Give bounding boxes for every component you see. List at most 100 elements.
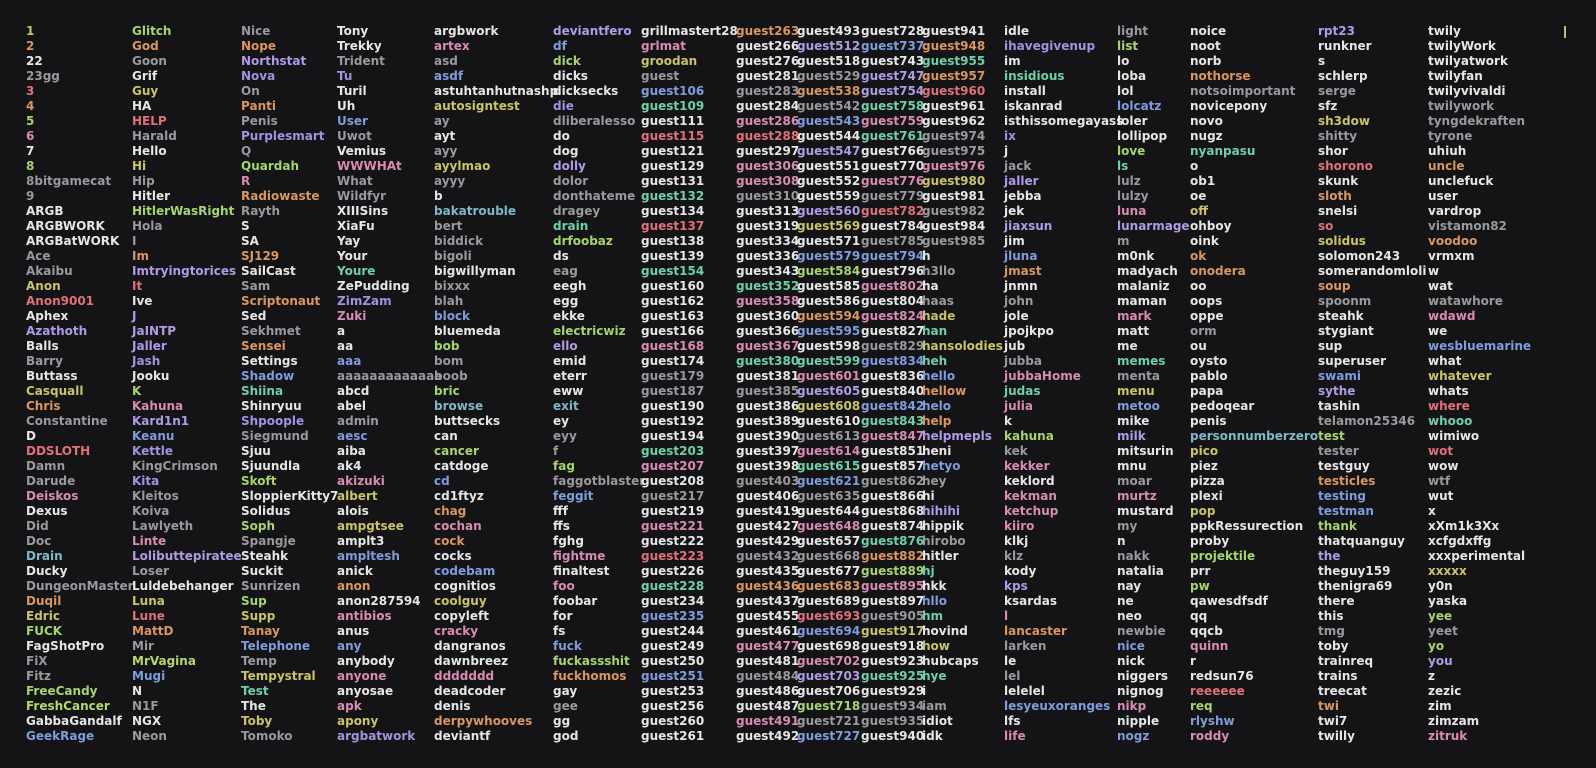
nick-entry[interactable]: Drain: [26, 549, 134, 564]
nick-entry[interactable]: shitty: [1318, 129, 1427, 144]
nick-entry[interactable]: guest115: [641, 129, 738, 144]
nick-entry[interactable]: uncle: [1428, 159, 1531, 174]
nick-entry[interactable]: murtz: [1117, 489, 1190, 504]
nick-entry[interactable]: artex: [434, 39, 558, 54]
nick-entry[interactable]: guest984: [922, 219, 1003, 234]
nick-entry[interactable]: copyleft: [434, 609, 558, 624]
nick-entry[interactable]: pw: [1190, 579, 1318, 594]
nick-entry[interactable]: light: [1117, 24, 1190, 39]
nick-entry[interactable]: guest491: [736, 714, 799, 729]
nick-entry[interactable]: dolly: [553, 159, 645, 174]
nick-entry[interactable]: anick: [337, 564, 442, 579]
nick-entry[interactable]: guest940: [861, 729, 924, 744]
nick-entry[interactable]: nogz: [1117, 729, 1190, 744]
nick-entry[interactable]: wtf: [1428, 474, 1531, 489]
nick-entry[interactable]: die: [553, 99, 645, 114]
nick-entry[interactable]: Hip: [132, 174, 242, 189]
nick-entry[interactable]: sup: [1318, 339, 1427, 354]
nick-entry[interactable]: reeeeee: [1190, 684, 1318, 699]
nick-entry[interactable]: jmast: [1004, 264, 1123, 279]
nick-entry[interactable]: ksardas: [1004, 594, 1123, 609]
nick-entry[interactable]: guest427: [736, 519, 799, 534]
nick-entry[interactable]: mitsurin: [1117, 444, 1190, 459]
nick-entry[interactable]: MattD: [132, 624, 242, 639]
nick-entry[interactable]: oink: [1190, 234, 1318, 249]
nick-entry[interactable]: ekke: [553, 309, 645, 324]
nick-entry[interactable]: 6: [26, 129, 134, 144]
nick-entry[interactable]: thatquanguy: [1318, 534, 1427, 549]
nick-entry[interactable]: Telephone: [241, 639, 338, 654]
nick-entry[interactable]: 5: [26, 114, 134, 129]
nick-entry[interactable]: guest857: [861, 459, 924, 474]
nick-entry[interactable]: guest897: [861, 594, 924, 609]
nick-entry[interactable]: metoo: [1117, 399, 1190, 414]
nick-entry[interactable]: guest226: [641, 564, 738, 579]
nick-entry[interactable]: j: [1004, 144, 1123, 159]
nick-entry[interactable]: Shinryuu: [241, 399, 338, 414]
nick-entry[interactable]: loba: [1117, 69, 1190, 84]
nick-entry[interactable]: jek: [1004, 204, 1123, 219]
nick-entry[interactable]: hye: [922, 669, 1003, 684]
nick-entry[interactable]: guest223: [641, 549, 738, 564]
nick-entry[interactable]: Kard1n1: [132, 414, 242, 429]
nick-entry[interactable]: Ace: [26, 249, 134, 264]
nick-entry[interactable]: Skoft: [241, 474, 338, 489]
nick-entry[interactable]: twilly: [1318, 729, 1427, 744]
nick-entry[interactable]: schlerp: [1318, 69, 1427, 84]
nick-entry[interactable]: watawhore: [1428, 294, 1531, 309]
nick-entry[interactable]: guest538: [797, 84, 860, 99]
nick-entry[interactable]: guest761: [861, 129, 924, 144]
nick-entry[interactable]: test: [1318, 429, 1427, 444]
nick-entry[interactable]: Lolibuttepiratee: [132, 549, 242, 564]
nick-entry[interactable]: heni: [922, 444, 1003, 459]
nick-entry[interactable]: Kleitos: [132, 489, 242, 504]
nick-entry[interactable]: guest334: [736, 234, 799, 249]
nick-entry[interactable]: guest961: [922, 99, 1003, 114]
nick-entry[interactable]: lolcatz: [1117, 99, 1190, 114]
nick-entry[interactable]: w: [1428, 264, 1531, 279]
nick-entry[interactable]: novo: [1190, 114, 1318, 129]
nick-entry[interactable]: guest390: [736, 429, 799, 444]
nick-entry[interactable]: guest319: [736, 219, 799, 234]
nick-entry[interactable]: runkner: [1318, 39, 1427, 54]
nick-entry[interactable]: klkj: [1004, 534, 1123, 549]
nick-entry[interactable]: guest106: [641, 84, 738, 99]
nick-entry[interactable]: list: [1117, 39, 1190, 54]
nick-entry[interactable]: Soph: [241, 519, 338, 534]
nick-entry[interactable]: catdoge: [434, 459, 558, 474]
nick-entry[interactable]: foobar: [553, 594, 645, 609]
nick-entry[interactable]: trainreq: [1318, 654, 1427, 669]
nick-entry[interactable]: Penis: [241, 114, 338, 129]
nick-entry[interactable]: The: [241, 699, 338, 714]
nick-entry[interactable]: Kita: [132, 474, 242, 489]
nick-entry[interactable]: tyrone: [1428, 129, 1531, 144]
nick-entry[interactable]: guest608: [797, 399, 860, 414]
nick-entry[interactable]: guest718: [797, 699, 860, 714]
nick-entry[interactable]: tyngdekraften: [1428, 114, 1531, 129]
nick-entry[interactable]: tashin: [1318, 399, 1427, 414]
nick-entry[interactable]: steahk: [1318, 309, 1427, 324]
nick-entry[interactable]: apony: [337, 714, 442, 729]
nick-entry[interactable]: fs: [553, 624, 645, 639]
nick-entry[interactable]: cd: [434, 474, 558, 489]
nick-entry[interactable]: zitruk: [1428, 729, 1531, 744]
nick-entry[interactable]: Purplesmart: [241, 129, 338, 144]
nick-entry[interactable]: twilyatwork: [1428, 54, 1531, 69]
nick-entry[interactable]: guest139: [641, 249, 738, 264]
nick-entry[interactable]: zim: [1428, 699, 1531, 714]
nick-entry[interactable]: Aphex: [26, 309, 134, 324]
nick-entry[interactable]: trains: [1318, 669, 1427, 684]
nick-entry[interactable]: cock: [434, 534, 558, 549]
nick-entry[interactable]: sythe: [1318, 384, 1427, 399]
nick-entry[interactable]: nick: [1117, 654, 1190, 669]
nick-entry[interactable]: DDSLOTH: [26, 444, 134, 459]
nick-entry[interactable]: noot: [1190, 39, 1318, 54]
nick-entry[interactable]: isthissomegayass: [1004, 114, 1123, 129]
nick-entry[interactable]: zimzam: [1428, 714, 1531, 729]
nick-entry[interactable]: guest343: [736, 264, 799, 279]
nick-entry[interactable]: lulzy: [1117, 189, 1190, 204]
nick-entry[interactable]: install: [1004, 84, 1123, 99]
nick-entry[interactable]: guest360: [736, 309, 799, 324]
nick-entry[interactable]: hitler: [922, 549, 1003, 564]
nick-entry[interactable]: Ducky: [26, 564, 134, 579]
